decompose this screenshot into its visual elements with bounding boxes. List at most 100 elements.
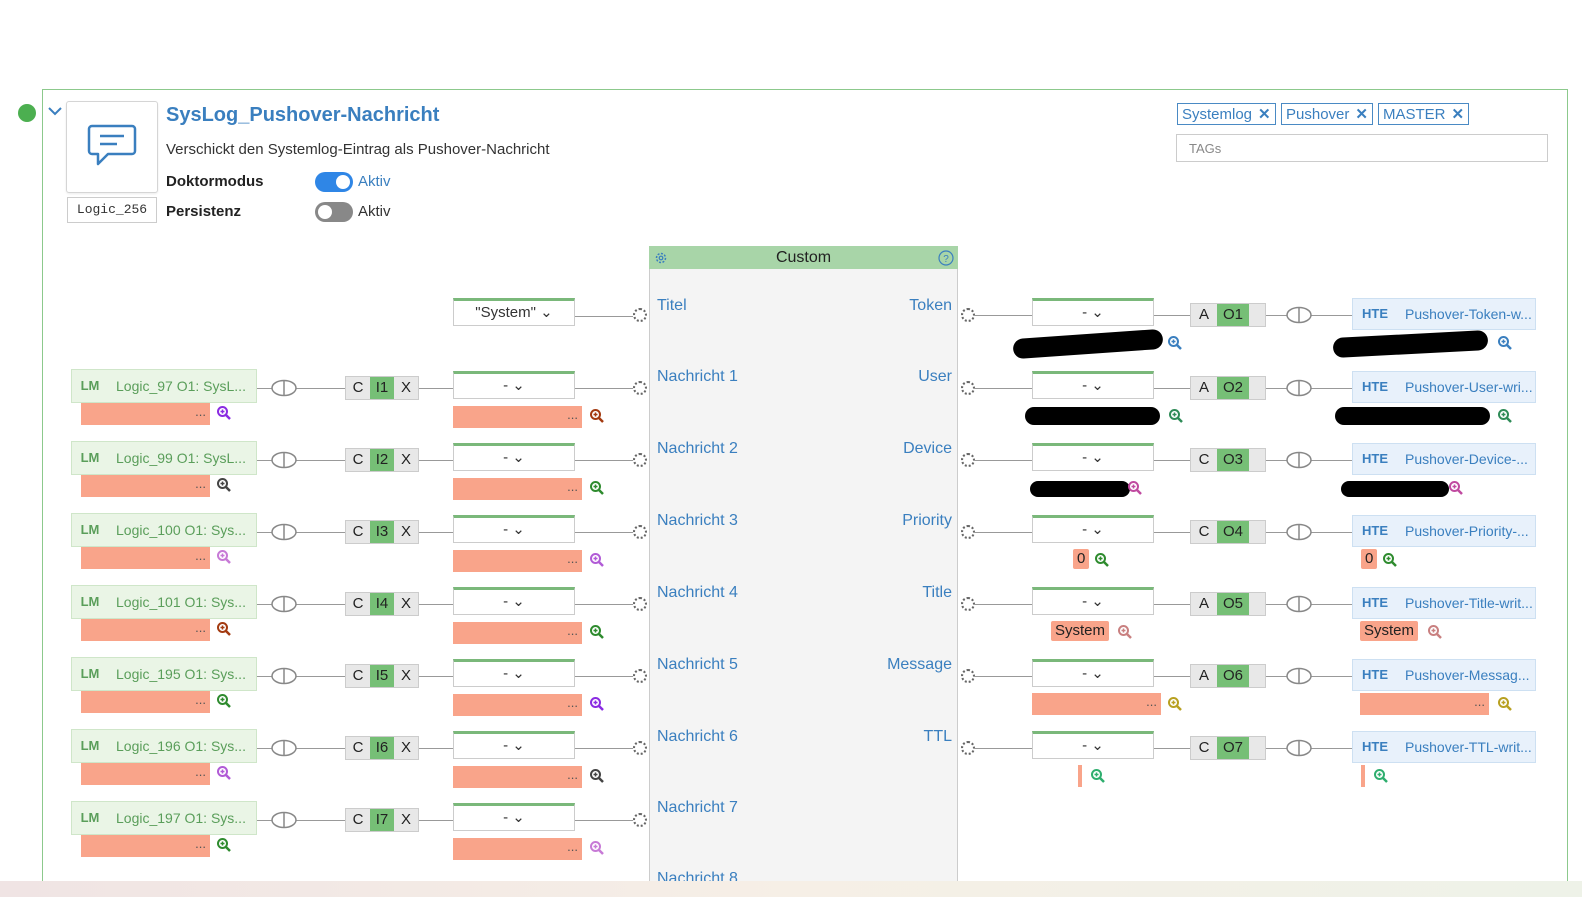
- input-mapping[interactable]: C I5 X: [345, 664, 419, 688]
- tags-input[interactable]: TAGs: [1176, 134, 1548, 162]
- zoom-in-icon[interactable]: [589, 552, 605, 568]
- output-port[interactable]: [961, 308, 975, 322]
- gear-icon[interactable]: [654, 251, 668, 265]
- link-icon[interactable]: [1284, 667, 1314, 685]
- input-mapping[interactable]: C I7 X: [345, 808, 419, 832]
- output-dropdown[interactable]: - ⌄: [1032, 298, 1154, 326]
- zoom-in-icon[interactable]: [216, 765, 232, 781]
- close-icon[interactable]: ✕: [1452, 106, 1465, 123]
- output-dropdown[interactable]: - ⌄: [1032, 515, 1154, 543]
- output-dropdown[interactable]: - ⌄: [1032, 587, 1154, 615]
- output-mapping[interactable]: C O3: [1190, 448, 1266, 472]
- chevron-down-icon[interactable]: [48, 106, 62, 116]
- input-port[interactable]: [633, 597, 647, 611]
- input-mapping[interactable]: C I6 X: [345, 736, 419, 760]
- input-port[interactable]: [633, 813, 647, 827]
- hte-target[interactable]: HTE Pushover-Messag...: [1352, 659, 1536, 691]
- persistenz-toggle[interactable]: [315, 202, 353, 222]
- link-icon[interactable]: [1284, 451, 1314, 469]
- zoom-in-icon[interactable]: [216, 549, 232, 565]
- zoom-in-icon[interactable]: [1117, 624, 1133, 640]
- remove-button[interactable]: X: [394, 665, 418, 687]
- zoom-in-icon[interactable]: [216, 477, 232, 493]
- input-dropdown[interactable]: - ⌄: [453, 371, 575, 399]
- hte-target[interactable]: HTE Pushover-Title-writ...: [1352, 587, 1536, 619]
- output-mapping[interactable]: C O7: [1190, 736, 1266, 760]
- remove-button[interactable]: X: [394, 449, 418, 471]
- zoom-in-icon[interactable]: [1448, 480, 1464, 496]
- output-port[interactable]: [961, 669, 975, 683]
- output-dropdown[interactable]: - ⌄: [1032, 371, 1154, 399]
- const-value-dropdown[interactable]: "System" ⌄: [453, 298, 575, 326]
- logic-module-source[interactable]: LM Logic_197 O1: Sys...: [71, 801, 257, 835]
- zoom-in-icon[interactable]: [589, 840, 605, 856]
- input-dropdown[interactable]: - ⌄: [453, 443, 575, 471]
- output-port[interactable]: [961, 741, 975, 755]
- zoom-in-icon[interactable]: [216, 405, 232, 421]
- link-icon[interactable]: [1284, 523, 1314, 541]
- input-dropdown[interactable]: - ⌄: [453, 659, 575, 687]
- hte-target[interactable]: HTE Pushover-User-wri...: [1352, 371, 1536, 403]
- zoom-in-icon[interactable]: [589, 480, 605, 496]
- input-mapping[interactable]: C I2 X: [345, 448, 419, 472]
- output-mapping[interactable]: A O1: [1190, 303, 1266, 327]
- logic-module-source[interactable]: LM Logic_99 O1: SysL...: [71, 441, 257, 475]
- doktormodus-toggle[interactable]: [315, 172, 353, 192]
- link-icon[interactable]: [269, 379, 299, 397]
- link-icon[interactable]: [1284, 595, 1314, 613]
- logic-module-source[interactable]: LM Logic_195 O1: Sys...: [71, 657, 257, 691]
- zoom-in-icon[interactable]: [216, 621, 232, 637]
- input-mapping[interactable]: C I1 X: [345, 376, 419, 400]
- input-mapping[interactable]: C I3 X: [345, 520, 419, 544]
- link-icon[interactable]: [269, 739, 299, 757]
- output-dropdown[interactable]: - ⌄: [1032, 659, 1154, 687]
- logic-module-source[interactable]: LM Logic_100 O1: Sys...: [71, 513, 257, 547]
- tag-chip[interactable]: MASTER ✕: [1378, 103, 1470, 125]
- zoom-in-icon[interactable]: [1373, 768, 1389, 784]
- zoom-in-icon[interactable]: [589, 696, 605, 712]
- input-port[interactable]: [633, 741, 647, 755]
- output-mapping[interactable]: C O4: [1190, 520, 1266, 544]
- link-icon[interactable]: [1284, 739, 1314, 757]
- help-icon[interactable]: ?: [938, 250, 954, 266]
- hte-target[interactable]: HTE Pushover-Priority-...: [1352, 515, 1536, 547]
- tag-chip[interactable]: Systemlog ✕: [1177, 103, 1276, 125]
- input-dropdown[interactable]: - ⌄: [453, 587, 575, 615]
- output-port[interactable]: [961, 381, 975, 395]
- zoom-in-icon[interactable]: [1167, 696, 1183, 712]
- output-mapping[interactable]: A O5: [1190, 592, 1266, 616]
- close-icon[interactable]: ✕: [1258, 106, 1271, 123]
- zoom-in-icon[interactable]: [1497, 696, 1513, 712]
- remove-button[interactable]: X: [394, 593, 418, 615]
- zoom-in-icon[interactable]: [589, 768, 605, 784]
- output-port[interactable]: [961, 597, 975, 611]
- output-dropdown[interactable]: - ⌄: [1032, 731, 1154, 759]
- link-icon[interactable]: [1284, 306, 1314, 324]
- link-icon[interactable]: [269, 523, 299, 541]
- zoom-in-icon[interactable]: [1094, 552, 1110, 568]
- logic-module-source[interactable]: LM Logic_101 O1: Sys...: [71, 585, 257, 619]
- input-port[interactable]: [633, 453, 647, 467]
- remove-button[interactable]: X: [394, 809, 418, 831]
- zoom-in-icon[interactable]: [589, 408, 605, 424]
- zoom-in-icon[interactable]: [1497, 335, 1513, 351]
- zoom-in-icon[interactable]: [589, 624, 605, 640]
- output-port[interactable]: [961, 525, 975, 539]
- zoom-in-icon[interactable]: [1497, 408, 1513, 424]
- hte-target[interactable]: HTE Pushover-TTL-writ...: [1352, 731, 1536, 763]
- zoom-in-icon[interactable]: [1127, 480, 1143, 496]
- input-port[interactable]: [633, 669, 647, 683]
- link-icon[interactable]: [269, 451, 299, 469]
- remove-button[interactable]: X: [394, 521, 418, 543]
- zoom-in-icon[interactable]: [216, 693, 232, 709]
- link-icon[interactable]: [269, 811, 299, 829]
- close-icon[interactable]: ✕: [1355, 106, 1368, 123]
- link-icon[interactable]: [269, 595, 299, 613]
- hte-target[interactable]: HTE Pushover-Device-...: [1352, 443, 1536, 475]
- input-dropdown[interactable]: - ⌄: [453, 803, 575, 831]
- zoom-in-icon[interactable]: [1382, 552, 1398, 568]
- link-icon[interactable]: [269, 667, 299, 685]
- output-dropdown[interactable]: - ⌄: [1032, 443, 1154, 471]
- input-mapping[interactable]: C I4 X: [345, 592, 419, 616]
- input-port[interactable]: [633, 525, 647, 539]
